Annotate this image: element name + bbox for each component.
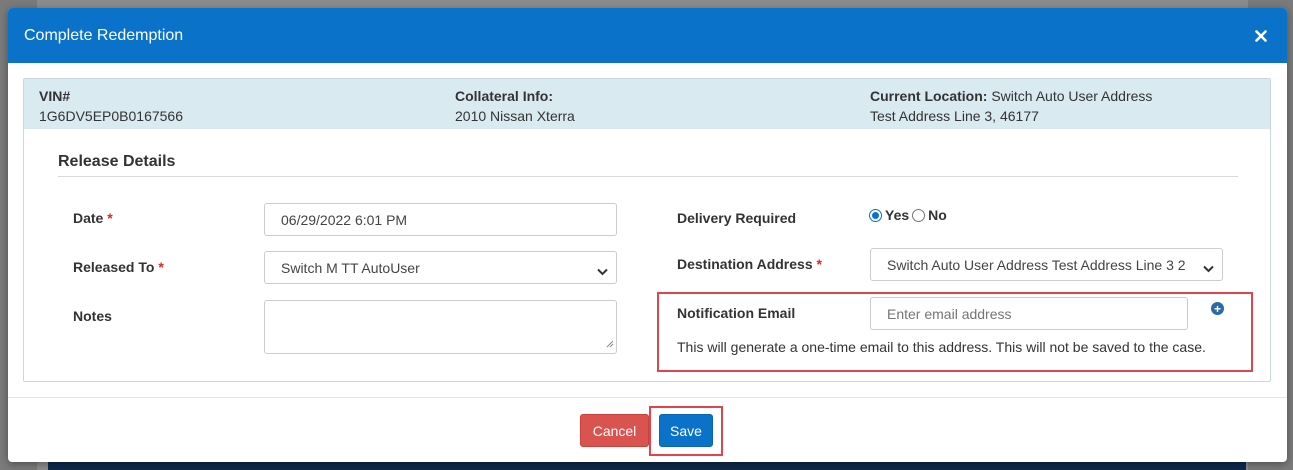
vin-value: 1G6DV5EP0B0167566 [39,108,183,124]
destination-address-value: Switch Auto User Address Test Address Li… [887,256,1186,273]
collateral-info: Collateral Info: 2010 Nissan Xterra [455,86,575,126]
save-button[interactable]: Save [659,414,713,447]
close-icon[interactable] [1251,26,1271,46]
notification-email-label: Notification Email [677,305,796,321]
vin-label: VIN# [39,88,71,104]
modal-title: Complete Redemption [24,26,184,44]
notification-email-input[interactable] [870,297,1188,330]
section-divider [58,176,1238,177]
add-email-icon[interactable]: + [1211,302,1224,315]
release-panel: VIN# 1G6DV5EP0B0167566 Collateral Info: … [23,78,1271,382]
cancel-button[interactable]: Cancel [580,414,649,447]
date-input[interactable]: 06/29/2022 6:01 PM [264,203,617,236]
required-marker: * [816,256,822,272]
delivery-yes-label: Yes [885,207,910,223]
required-marker: * [107,210,113,226]
chevron-down-icon [597,263,608,279]
notes-label: Notes [73,308,112,324]
released-to-label: Released To * [73,259,164,275]
vin-info: VIN# 1G6DV5EP0B0167566 [39,86,183,126]
collateral-label: Collateral Info: [455,88,554,104]
released-to-value: Switch M TT AutoUser [281,259,420,276]
collateral-value: 2010 Nissan Xterra [455,108,575,124]
modal-header: Complete Redemption [8,8,1287,63]
destination-address-select[interactable]: Switch Auto User Address Test Address Li… [870,248,1223,281]
delivery-required-radio-group: Yes No [869,207,947,223]
date-label: Date * [73,210,113,226]
current-location-line2: Test Address Line 3, 46177 [870,108,1039,124]
date-value: 06/29/2022 6:01 PM [281,211,408,228]
current-location-line1: Switch Auto User Address [991,88,1153,104]
delivery-no-radio[interactable] [912,208,926,222]
notes-textarea[interactable] [264,300,617,354]
destination-address-label: Destination Address * [677,256,822,272]
resize-grip-icon[interactable] [606,335,614,351]
released-to-select[interactable]: Switch M TT AutoUser [264,251,617,284]
notification-help-text: This will generate a one-time email to t… [677,339,1206,355]
current-location-info: Current Location: Switch Auto User Addre… [870,86,1152,126]
complete-redemption-modal: Complete Redemption VIN# 1G6DV5EP0B01675… [8,8,1287,462]
chevron-down-icon [1203,260,1214,276]
footer-divider [8,397,1287,398]
vehicle-info-bar: VIN# 1G6DV5EP0B0167566 Collateral Info: … [24,79,1270,129]
delivery-no-label: No [928,207,947,223]
delivery-yes-radio[interactable] [869,208,882,222]
current-location-label: Current Location: [870,88,988,104]
delivery-required-label: Delivery Required [677,210,797,226]
section-title: Release Details [58,153,176,170]
required-marker: * [158,259,164,275]
